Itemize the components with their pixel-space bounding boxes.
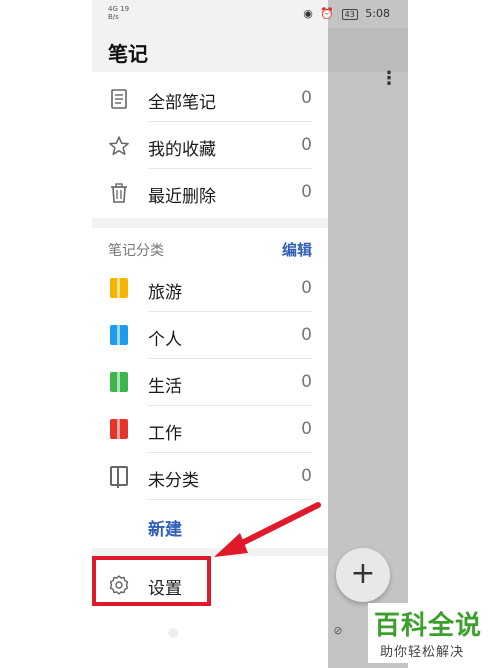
home-indicator [168,628,178,638]
status-time: 5:08 [365,7,390,20]
recently-deleted-count: 0 [301,182,312,202]
star-icon [109,136,129,156]
todo-icon[interactable]: ⊘ [328,624,348,654]
signal-icon: 4G 19 [108,5,130,13]
category-label: 工作 [148,424,182,444]
alarm-icon: ⏰ [320,7,335,20]
drawer-title: 笔记 [108,42,148,66]
status-left: 4G 19 B/s [108,5,129,21]
status-right: ◉ ⏰ 43 5:08 [299,7,390,20]
watermark-main: 百科全说 [374,611,483,641]
category-label: 旅游 [148,283,182,303]
category-item-personal[interactable]: 个人 0 [92,312,328,359]
category-item-uncategorized[interactable]: 未分类 0 [92,453,328,500]
highlight-box [92,556,211,606]
category-count: 0 [301,466,312,486]
category-item-travel[interactable]: 旅游 0 [92,265,328,312]
notebook-icon [110,372,128,392]
trash-icon [111,183,127,203]
all-notes-label: 全部笔记 [148,93,216,113]
notebook-outline-icon [110,466,128,488]
document-icon [111,89,127,109]
category-count: 0 [301,372,312,392]
watermark-sub: 助你轻松解决 [380,645,465,660]
watermark-logo: 百科全说 助你轻松解决 [368,603,488,663]
category-label: 生活 [148,377,182,397]
background-app[interactable]: ⋮ + ⊘ [328,0,408,668]
background-toolbar: ⋮ [328,28,408,89]
left-margin [0,0,92,668]
recently-deleted-item[interactable]: 最近删除 0 [92,169,328,216]
all-notes-item[interactable]: 全部笔记 0 [92,75,328,122]
category-label: 未分类 [148,471,199,491]
favorites-label: 我的收藏 [148,140,216,160]
recently-deleted-label: 最近删除 [148,187,216,207]
notebook-icon [110,278,128,298]
annotation-arrow-icon [214,502,321,557]
eye-icon: ◉ [303,7,313,20]
categories-header: 笔记分类 [108,243,164,259]
battery-icon: 43 [341,9,358,20]
new-category-button[interactable]: 新建 [148,515,182,540]
category-label: 个人 [148,330,182,350]
favorites-item[interactable]: 我的收藏 0 [92,122,328,169]
all-notes-count: 0 [301,88,312,108]
network-speed-unit: B/s [108,13,119,21]
category-count: 0 [301,278,312,298]
edit-categories-button[interactable]: 编辑 [282,239,312,260]
category-count: 0 [301,325,312,345]
main-section: 全部笔记 0 我的收藏 0 最近删除 0 [92,72,328,218]
favorites-count: 0 [301,135,312,155]
right-margin [408,0,500,668]
more-vertical-icon[interactable]: ⋮ [380,68,398,90]
category-item-work[interactable]: 工作 0 [92,406,328,453]
category-item-life[interactable]: 生活 0 [92,359,328,406]
add-note-button[interactable]: + [336,548,390,602]
category-count: 0 [301,419,312,439]
notebook-icon [110,419,128,439]
notebook-icon [110,325,128,345]
